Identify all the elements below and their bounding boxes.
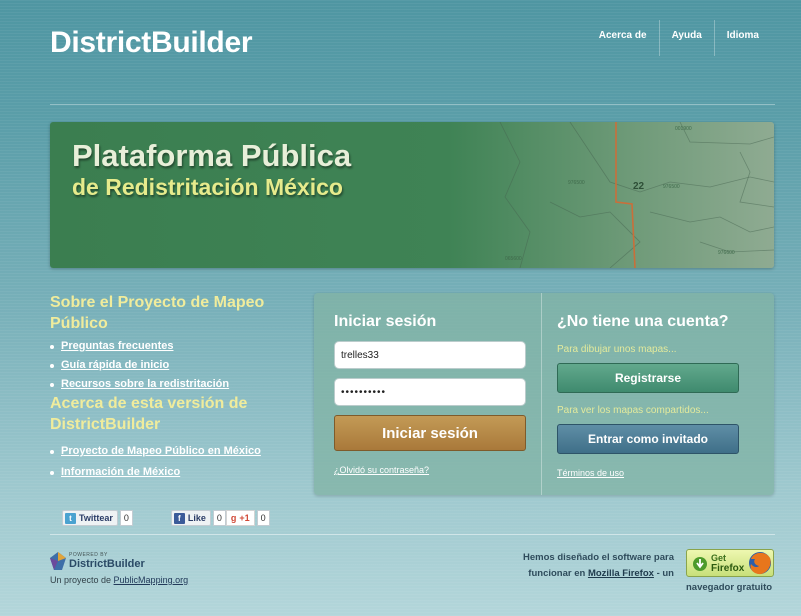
- powered-by-name: DistrictBuilder: [69, 558, 145, 570]
- password-field[interactable]: [334, 378, 526, 406]
- social-buttons: t Twittear 0 f Like 0 g +1 0: [62, 510, 270, 526]
- register-title: ¿No tiene una cuenta?: [557, 313, 729, 330]
- footer-divider: [50, 534, 775, 535]
- firefox-note-suffix: - un: [653, 568, 674, 579]
- map-label: 976500: [568, 180, 585, 186]
- header-divider: [50, 104, 775, 105]
- facebook-icon: f: [173, 512, 185, 524]
- link-quickstart[interactable]: Guía rápida de inicio: [61, 359, 169, 371]
- get-firefox-button[interactable]: Get Firefox: [686, 549, 774, 577]
- link-faq[interactable]: Preguntas frecuentes: [61, 340, 173, 352]
- footer-logo[interactable]: POWERED BY DistrictBuilder: [50, 552, 145, 570]
- sidebar-section-title: Acerca de esta versión de DistrictBuilde…: [50, 395, 248, 433]
- banner-subtitle: de Redistritación México: [72, 174, 343, 200]
- plusone-button[interactable]: g +1: [225, 510, 255, 526]
- firefox-note-line2: funcionar en Mozilla Firefox - un: [494, 566, 674, 582]
- firefox-free-browser-label: navegador gratuito: [686, 582, 773, 593]
- nav-about[interactable]: Acerca de: [587, 20, 659, 56]
- hero-banner: 001900 976500 976600 22 065600 976500 Pl…: [50, 122, 774, 268]
- nav-language[interactable]: Idioma: [713, 20, 771, 56]
- firefox-note-prefix: funcionar en: [528, 568, 588, 579]
- like-count: 0: [212, 510, 226, 526]
- sidebar-link-list: Proyecto de Mapeo Público en México Info…: [50, 445, 300, 478]
- link-mexico-info[interactable]: Información de México: [61, 466, 180, 478]
- list-item: Recursos sobre la redistritación: [50, 378, 300, 390]
- register-button[interactable]: Registrarse: [557, 363, 739, 393]
- sidebar-link-list: Preguntas frecuentes Guía rápida de inic…: [50, 340, 300, 390]
- nav-help[interactable]: Ayuda: [658, 20, 714, 56]
- plusone-label: +1: [239, 513, 250, 523]
- like-button[interactable]: f Like: [170, 510, 211, 526]
- list-item: Guía rápida de inicio: [50, 359, 300, 371]
- twitter-icon: t: [65, 512, 76, 524]
- list-item: Preguntas frecuentes: [50, 340, 300, 352]
- map-label: 976600: [718, 250, 735, 256]
- register-subtitle: Para dibujar unos mapas...: [557, 344, 677, 355]
- app-logo[interactable]: DistrictBuilder: [50, 26, 253, 60]
- top-nav: Acerca de Ayuda Idioma: [587, 20, 771, 56]
- forgot-password-link[interactable]: ¿Olvidó su contraseña?: [334, 465, 429, 475]
- firefox-link[interactable]: Mozilla Firefox: [588, 568, 654, 579]
- firefox-label: Firefox: [711, 563, 745, 574]
- username-field[interactable]: [334, 341, 526, 369]
- list-item: Información de México: [50, 466, 300, 478]
- login-title: Iniciar sesión: [334, 313, 437, 330]
- publicmapping-link[interactable]: PublicMapping.org: [114, 575, 189, 585]
- footer-credit: Un proyecto de PublicMapping.org: [50, 575, 188, 585]
- tweet-button[interactable]: t Twittear: [62, 510, 118, 526]
- firefox-logo-icon: [749, 552, 771, 575]
- banner-title: Plataforma Pública: [72, 138, 352, 173]
- get-label: Get: [711, 553, 727, 563]
- link-mexico-project[interactable]: Proyecto de Mapeo Público en México: [61, 445, 261, 457]
- tweet-label: Twittear: [79, 513, 113, 523]
- google-icon: g: [230, 513, 237, 523]
- list-item: Proyecto de Mapeo Público en México: [50, 445, 300, 457]
- plusone-count: 0: [256, 510, 270, 526]
- panel-divider: [541, 293, 542, 495]
- sidebar-section-title: Sobre el Proyecto de Mapeo Público: [50, 294, 265, 332]
- tweet-count: 0: [119, 510, 133, 526]
- districtbuilder-logo-icon: [50, 552, 66, 570]
- map-label: 976500: [663, 184, 680, 190]
- map-label: 001900: [675, 126, 692, 132]
- map-label: 22: [633, 181, 645, 192]
- get-firefox-text: Get Firefox: [711, 553, 744, 574]
- like-label: Like: [187, 513, 206, 523]
- map-label: 065600: [505, 256, 522, 262]
- download-icon: [693, 557, 707, 571]
- guest-login-button[interactable]: Entrar como invitado: [557, 424, 739, 454]
- login-button[interactable]: Iniciar sesión: [334, 415, 526, 451]
- auth-panel: Iniciar sesión Iniciar sesión ¿Olvidó su…: [314, 293, 774, 495]
- link-resources[interactable]: Recursos sobre la redistritación: [61, 378, 229, 390]
- firefox-note: Hemos diseñado el software para funciona…: [494, 550, 674, 582]
- firefox-note-line1: Hemos diseñado el software para: [523, 552, 674, 563]
- guest-subtitle: Para ver los mapas compartidos...: [557, 405, 709, 416]
- sidebar: Sobre el Proyecto de Mapeo Público Pregu…: [50, 292, 300, 485]
- terms-link[interactable]: Términos de uso: [557, 468, 624, 478]
- credit-prefix: Un proyecto de: [50, 575, 114, 585]
